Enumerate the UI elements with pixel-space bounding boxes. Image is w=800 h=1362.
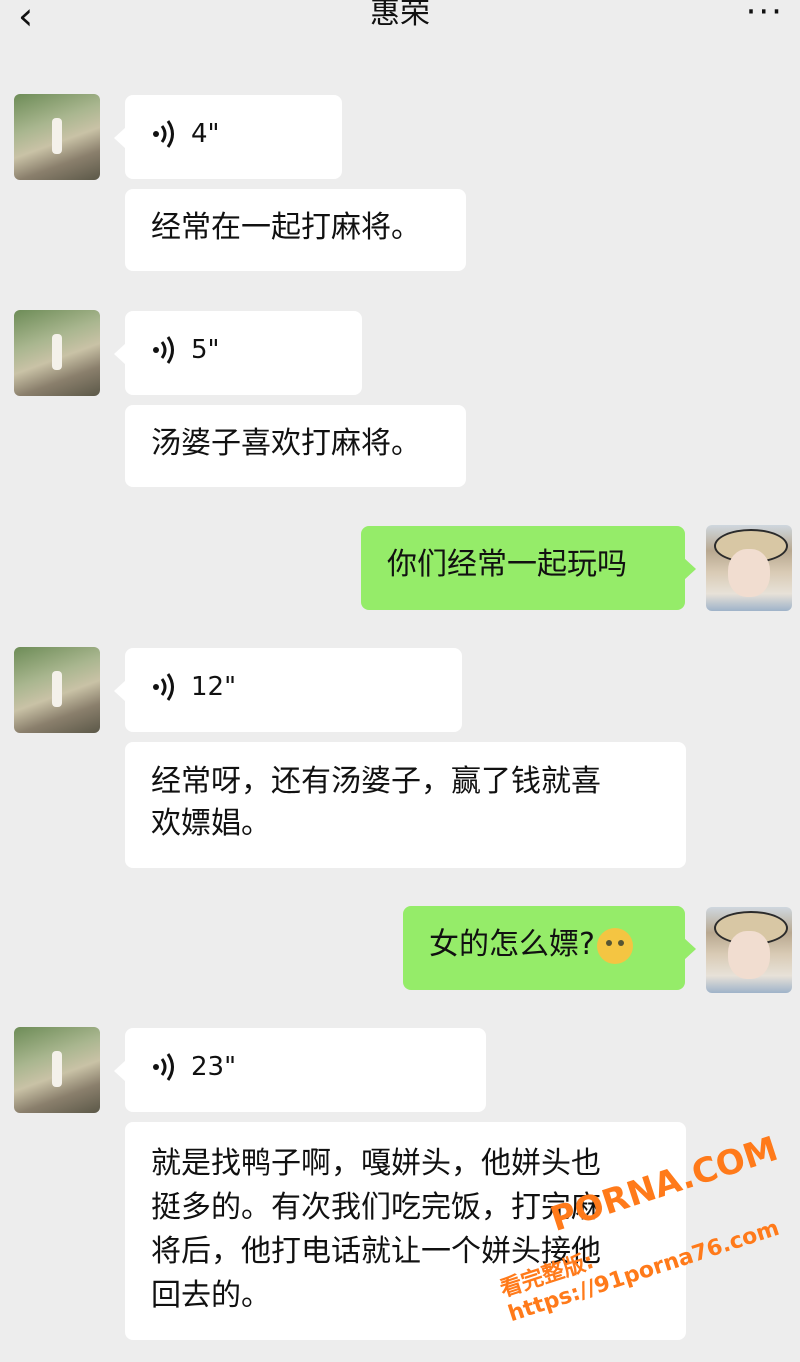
message-text-line: 回去的。 — [151, 1278, 271, 1313]
message-text-line: 经常呀，还有汤婆子，赢了钱就喜 — [151, 764, 601, 799]
contact-avatar[interactable] — [14, 310, 100, 396]
more-dots-icon: ··· — [745, 0, 784, 32]
voice-message[interactable]: 5" — [114, 311, 362, 395]
voice-wave-icon — [153, 1053, 174, 1081]
message-text-line: 将后，他打电话就让一个姘头接他 — [151, 1234, 601, 1269]
message-text-line: 就是找鸭子啊，嘎姘头，他姘头也 — [151, 1146, 601, 1181]
message-text: 女的怎么嫖? — [429, 927, 595, 962]
voice-duration: 4" — [191, 119, 220, 149]
voice-message[interactable]: 12" — [114, 648, 462, 732]
message-text: 你们经常一起玩吗 — [387, 547, 627, 582]
contact-avatar[interactable] — [14, 94, 100, 180]
more-button[interactable]: ··· — [746, 0, 784, 30]
voice-wave-icon — [153, 120, 174, 148]
text-message[interactable]: 经常在一起打麻将。 — [125, 189, 466, 271]
text-message[interactable]: 经常呀，还有汤婆子，赢了钱就喜 欢嫖娼。 — [125, 742, 686, 868]
message-text: 汤婆子喜欢打麻将。 — [151, 426, 421, 461]
contact-avatar[interactable] — [14, 1027, 100, 1113]
voice-message[interactable]: 4" — [114, 95, 342, 179]
flushed-face-emoji-icon — [596, 927, 633, 964]
voice-duration: 12" — [191, 672, 237, 702]
text-message[interactable]: 汤婆子喜欢打麻将。 — [125, 405, 466, 487]
chat-title: 惠荣 — [370, 0, 430, 31]
voice-wave-icon — [153, 673, 174, 701]
message-text: 经常在一起打麻将。 — [151, 210, 421, 245]
voice-duration: 5" — [191, 335, 220, 365]
message-text-line: 欢嫖娼。 — [151, 806, 271, 841]
my-avatar[interactable] — [706, 525, 792, 611]
outgoing-text-message[interactable]: 你们经常一起玩吗 — [361, 526, 696, 610]
voice-wave-icon — [153, 336, 174, 364]
chat-header: ‹ 惠荣 ··· — [0, 0, 800, 52]
my-avatar[interactable] — [706, 907, 792, 993]
outgoing-text-message[interactable]: 女的怎么嫖? — [403, 906, 696, 990]
text-message[interactable]: 就是找鸭子啊，嘎姘头，他姘头也 挺多的。有次我们吃完饭，打完麻 将后，他打电话就… — [125, 1122, 686, 1340]
voice-message[interactable]: 23" — [114, 1028, 486, 1112]
message-text-line: 挺多的。有次我们吃完饭，打完麻 — [151, 1190, 601, 1225]
voice-duration: 23" — [191, 1052, 237, 1082]
contact-avatar[interactable] — [14, 647, 100, 733]
